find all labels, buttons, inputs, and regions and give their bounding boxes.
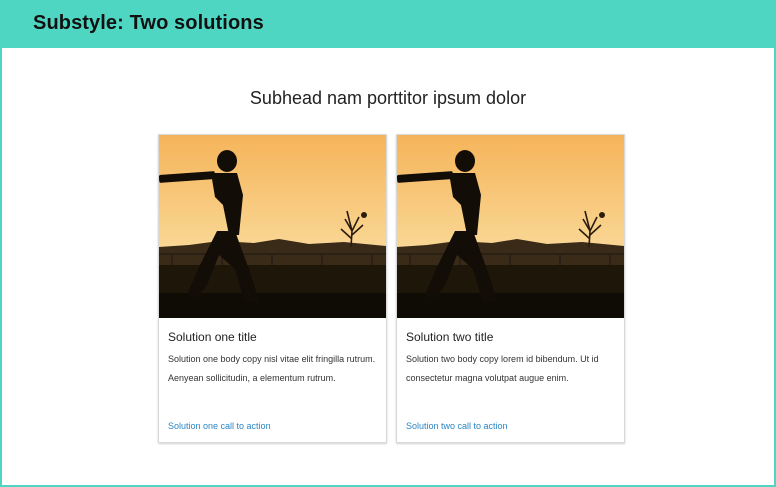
solution-title: Solution one title bbox=[168, 330, 257, 344]
solution-cta-link[interactable]: Solution two call to action bbox=[406, 421, 508, 431]
page-frame: Substyle: Two solutions Subhead nam port… bbox=[0, 0, 776, 487]
solution-cta-link[interactable]: Solution one call to action bbox=[168, 421, 271, 431]
header-banner: Substyle: Two solutions bbox=[2, 2, 774, 48]
cricket-batsman-image bbox=[159, 135, 386, 318]
solution-card-one: Solution one title Solution one body cop… bbox=[158, 134, 387, 443]
cricket-batsman-image bbox=[397, 135, 624, 318]
banner-title: Substyle: Two solutions bbox=[33, 12, 264, 34]
solution-body: Solution two body copy lorem id bibendum… bbox=[406, 354, 599, 383]
solution-title: Solution two title bbox=[406, 330, 494, 344]
subhead: Subhead nam porttitor ipsum dolor bbox=[249, 88, 527, 108]
solution-card-two: Solution two title Solution two body cop… bbox=[396, 134, 625, 443]
solution-body: Solution one body copy nisl vitae elit f… bbox=[168, 354, 376, 383]
